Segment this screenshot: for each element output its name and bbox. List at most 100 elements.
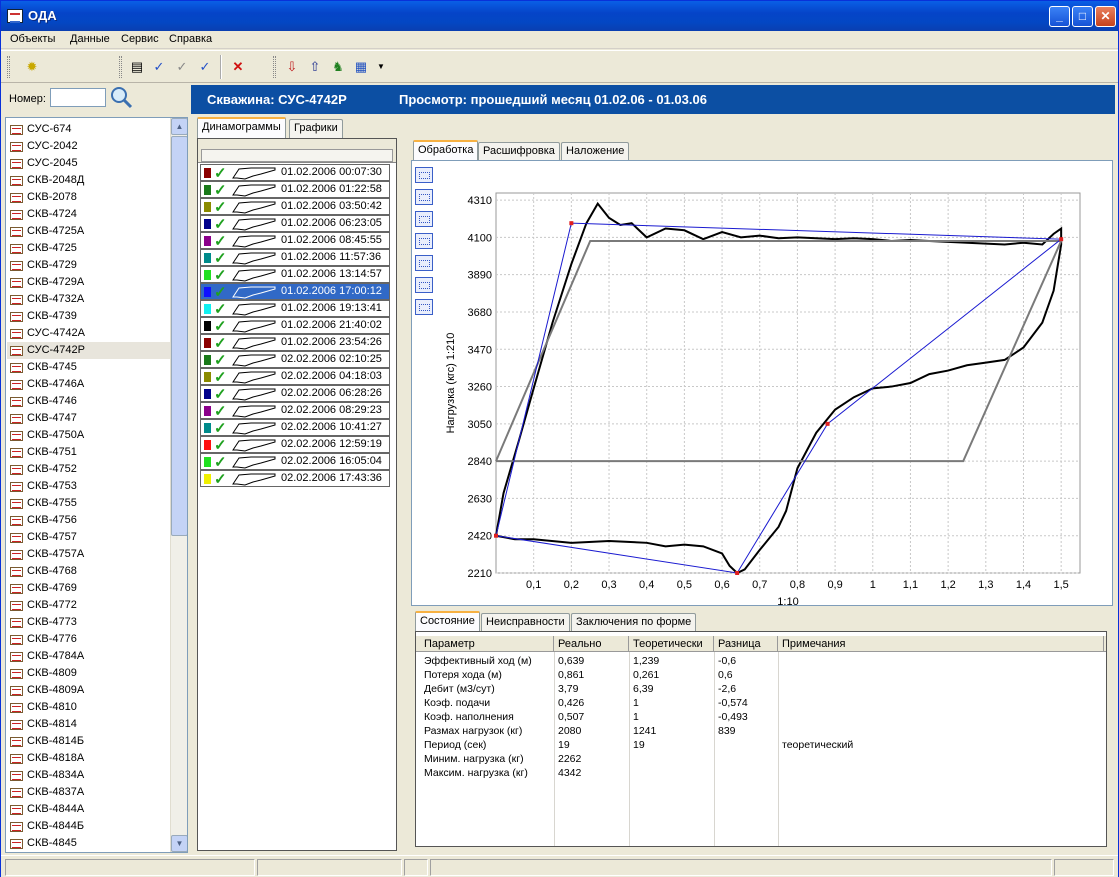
well-list-item[interactable]: СКВ-4809 — [7, 665, 171, 682]
well-list-item[interactable]: СКВ-4772 — [7, 597, 171, 614]
well-list-item[interactable]: СКВ-4818А — [7, 750, 171, 767]
dynamogram-list[interactable]: ✓ 01.02.2006 00:07:30 ✓ 01.02.2006 01:22:58… — [197, 138, 397, 851]
tab-graphs[interactable]: Графики — [289, 119, 343, 138]
dynamogram-row[interactable]: ✓ 01.02.2006 00:07:30 — [200, 164, 390, 182]
dynamogram-row[interactable]: ✓ 01.02.2006 13:14:57 — [200, 266, 390, 284]
table-row[interactable]: Потеря хода (м) 0,861 0,261 0,6 — [416, 668, 1106, 682]
checkmark-icon[interactable]: ✓ — [214, 368, 227, 386]
well-list-item[interactable]: СКВ-4834А — [7, 767, 171, 784]
scroll-thumb[interactable] — [171, 136, 187, 536]
dynamogram-row[interactable]: ✓ 01.02.2006 21:40:02 — [200, 317, 390, 335]
check-icon[interactable]: ✓ — [173, 58, 191, 76]
zoom-area-icon[interactable] — [415, 211, 433, 227]
well-list-item[interactable]: СКВ-4747 — [7, 410, 171, 427]
well-list-item[interactable]: СКВ-4756 — [7, 512, 171, 529]
search-icon[interactable] — [109, 85, 133, 109]
table-row[interactable]: Миним. нагрузка (кг) 2262 — [416, 752, 1106, 766]
col-actual[interactable]: Реально — [554, 636, 629, 652]
well-list-item[interactable]: СКВ-4784А — [7, 648, 171, 665]
wells-scrollbar[interactable]: ▲ ▼ — [170, 118, 187, 852]
well-list-item[interactable]: СКВ-4725А — [7, 223, 171, 240]
checkmark-icon[interactable]: ✓ — [214, 453, 227, 471]
well-list-item[interactable]: СКВ-4745 — [7, 359, 171, 376]
dynamogram-row[interactable]: ✓ 01.02.2006 06:23:05 — [200, 215, 390, 233]
tab-dynamograms[interactable]: Динамограммы — [197, 117, 286, 138]
well-list-item[interactable]: СКВ-4814Б — [7, 733, 171, 750]
menu-service[interactable]: Сервис — [121, 33, 159, 45]
well-list-item[interactable]: СКВ-4837А — [7, 784, 171, 801]
well-list-item[interactable]: СКВ-2048Д — [7, 172, 171, 189]
well-list-item[interactable]: СКВ-4724 — [7, 206, 171, 223]
dynamogram-row[interactable]: ✓ 02.02.2006 10:41:27 — [200, 419, 390, 437]
table-row[interactable]: Коэф. подачи 0,426 1 -0,574 — [416, 696, 1106, 710]
checkmark-icon[interactable]: ✓ — [214, 266, 227, 284]
well-list-item[interactable]: СКВ-4757А — [7, 546, 171, 563]
tab-faults[interactable]: Неисправности — [481, 613, 570, 632]
checkmark-icon[interactable]: ✓ — [214, 470, 227, 488]
well-list-item[interactable]: СКВ-4776 — [7, 631, 171, 648]
table-row[interactable]: Максим. нагрузка (кг) 4342 — [416, 766, 1106, 780]
zoom-x-icon[interactable] — [415, 189, 433, 205]
well-list-item[interactable]: СКВ-4752 — [7, 461, 171, 478]
well-list-item[interactable]: СКВ-4746А — [7, 376, 171, 393]
well-list-item[interactable]: СКВ-4844А — [7, 801, 171, 818]
dynamogram-chart[interactable]: 0,1 0,2 0,3 0,4 0,5 0,6 0,7 0,8 0,9 1 1,1 1,2 1,3 1,4… — [438, 167, 1108, 607]
checkmark-icon[interactable]: ✓ — [214, 249, 227, 267]
menu-objects[interactable]: Объекты — [10, 33, 55, 45]
dynamogram-row[interactable]: ✓ 02.02.2006 17:43:36 — [200, 470, 390, 488]
checkmark-icon[interactable]: ✓ — [214, 334, 227, 352]
menu-help[interactable]: Справка — [169, 33, 212, 45]
check-all-icon[interactable]: ✓ — [150, 58, 168, 76]
well-list-item[interactable]: СКВ-4751 — [7, 444, 171, 461]
well-list-item[interactable]: СКВ-4750А — [7, 427, 171, 444]
col-theoretical[interactable]: Теоретически — [629, 636, 714, 652]
checkmark-icon[interactable]: ✓ — [214, 181, 227, 199]
checkmark-icon[interactable]: ✓ — [214, 300, 227, 318]
maximize-button[interactable]: □ — [1072, 6, 1093, 27]
checkmark-icon[interactable]: ✓ — [214, 351, 227, 369]
well-list-item[interactable]: СКВ-4768 — [7, 563, 171, 580]
tab-conclusions[interactable]: Заключения по форме — [571, 613, 697, 632]
toolbar-grip[interactable] — [119, 56, 122, 78]
well-list-item[interactable]: СКВ-4729А — [7, 274, 171, 291]
select-fit-icon[interactable] — [415, 299, 433, 315]
table-row[interactable]: Дебит (м3/сут) 3,79 6,39 -2,6 — [416, 682, 1106, 696]
well-list-item[interactable]: СКВ-4753 — [7, 478, 171, 495]
table-row[interactable]: Эффективный ход (м) 0,639 1,239 -0,6 — [416, 654, 1106, 668]
well-list-item[interactable]: СКВ-4725 — [7, 240, 171, 257]
toolbar-grip[interactable] — [7, 56, 10, 78]
col-difference[interactable]: Разница — [714, 636, 778, 652]
calendar-icon[interactable]: ▦ — [352, 58, 370, 76]
zoom-y-icon[interactable] — [415, 233, 433, 249]
table-row[interactable]: Коэф. наполнения 0,507 1 -0,493 — [416, 710, 1106, 724]
scroll-up-icon[interactable]: ▲ — [171, 118, 187, 135]
checkmark-icon[interactable]: ✓ — [214, 198, 227, 216]
dynamogram-row[interactable]: ✓ 02.02.2006 12:59:19 — [200, 436, 390, 454]
settings-gear-icon[interactable]: ✹ — [23, 58, 41, 76]
import-down-icon[interactable]: ⇩ — [283, 58, 301, 76]
col-parameter[interactable]: Параметр — [420, 636, 554, 652]
chevron-down-icon[interactable]: ▼ — [372, 58, 390, 76]
number-search-input[interactable] — [50, 88, 106, 107]
dynamogram-row[interactable]: ✓ 02.02.2006 04:18:03 — [200, 368, 390, 386]
dynamogram-row[interactable]: ✓ 01.02.2006 19:13:41 — [200, 300, 390, 318]
well-list-item[interactable]: СКВ-4757 — [7, 529, 171, 546]
dynamogram-row[interactable]: ✓ 01.02.2006 23:54:26 — [200, 334, 390, 352]
dynamogram-row[interactable]: ✓ 01.02.2006 08:45:55 — [200, 232, 390, 250]
tab-overlay[interactable]: Наложение — [561, 142, 630, 161]
well-list-item[interactable]: СУС-4742А — [7, 325, 171, 342]
dynamogram-row[interactable]: ✓ 01.02.2006 11:57:36 — [200, 249, 390, 267]
dynamogram-row[interactable]: ✓ 02.02.2006 06:28:26 — [200, 385, 390, 403]
check-blue-icon[interactable]: ✓ — [196, 58, 214, 76]
dynamogram-row[interactable]: ✓ 02.02.2006 08:29:23 — [200, 402, 390, 420]
menu-data[interactable]: Данные — [70, 33, 110, 45]
well-list-item[interactable]: СКВ-4810 — [7, 699, 171, 716]
tool-green-icon[interactable]: ♞ — [329, 58, 347, 76]
dynamogram-row[interactable]: ✓ 02.02.2006 16:05:04 — [200, 453, 390, 471]
table-row[interactable]: Размах нагрузок (кг) 2080 1241 839 — [416, 724, 1106, 738]
title-bar[interactable]: ОДА _ □ ✕ — [1, 1, 1118, 31]
well-list-item[interactable]: СКВ-4844Б — [7, 818, 171, 835]
checkmark-icon[interactable]: ✓ — [214, 317, 227, 335]
well-list-item[interactable]: СКВ-4746 — [7, 393, 171, 410]
well-list-item[interactable]: СКВ-2078 — [7, 189, 171, 206]
